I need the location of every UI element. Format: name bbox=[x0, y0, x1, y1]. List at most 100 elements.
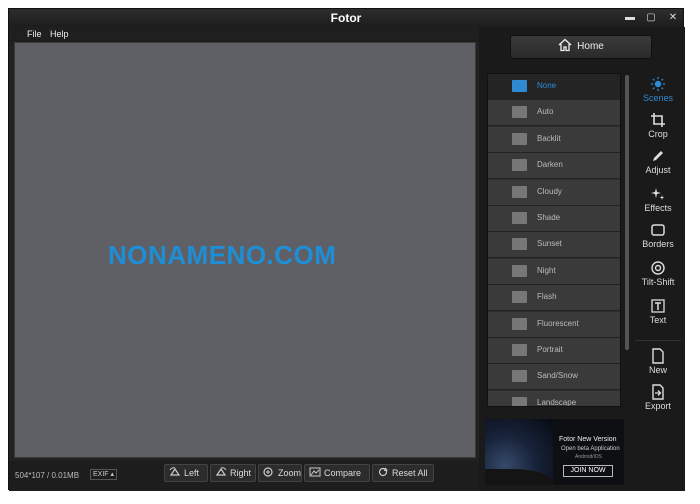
scene-icon bbox=[512, 396, 527, 406]
toolbar-divider bbox=[635, 340, 681, 341]
tab-adjust[interactable]: Adjust bbox=[631, 145, 685, 179]
exif-button[interactable]: EXIF ▴ bbox=[90, 469, 117, 480]
menu-file[interactable]: File bbox=[27, 29, 42, 39]
rotate-left-button[interactable]: Left bbox=[164, 464, 208, 482]
scene-item[interactable]: None bbox=[488, 74, 620, 100]
scene-icon bbox=[512, 264, 527, 277]
sun-icon bbox=[651, 77, 665, 91]
menu-bar: File Help bbox=[9, 27, 479, 42]
scene-item[interactable]: Sand/Snow bbox=[488, 364, 620, 391]
scene-item[interactable]: Auto bbox=[488, 100, 620, 127]
scene-icon bbox=[512, 106, 527, 119]
scene-label: Portrait bbox=[537, 345, 563, 354]
tab-borders[interactable]: Borders bbox=[631, 219, 685, 253]
tab-scenes[interactable]: Scenes bbox=[631, 73, 685, 107]
scene-item[interactable]: Portrait bbox=[488, 338, 620, 364]
scene-icon bbox=[512, 344, 527, 356]
reset-all-label: Reset All bbox=[392, 468, 428, 478]
scene-item[interactable]: Flash bbox=[488, 285, 620, 312]
zoom-button[interactable]: Zoom bbox=[258, 464, 302, 482]
home-label: Home bbox=[577, 41, 604, 52]
scene-icon bbox=[512, 159, 527, 172]
edit-toolbar: Left Right Zoom Compare Reset All bbox=[164, 464, 434, 482]
scene-item[interactable]: Cloudy bbox=[488, 179, 620, 206]
tab-text[interactable]: Text bbox=[631, 295, 685, 329]
pen-icon bbox=[653, 151, 663, 161]
watermark-text: NONAMENO.COM bbox=[108, 240, 337, 270]
scene-icon bbox=[512, 132, 527, 145]
scene-label: Auto bbox=[537, 107, 554, 117]
scene-label: Night bbox=[537, 265, 556, 275]
scene-icon bbox=[512, 291, 527, 304]
rotate-right-label: Right bbox=[230, 468, 252, 478]
promo-platform: Android/iOS bbox=[575, 454, 602, 460]
window-title: Fotor bbox=[330, 11, 362, 25]
promo-title: Fotor New Version bbox=[559, 436, 617, 443]
scene-item[interactable]: Night bbox=[488, 258, 620, 285]
compare-label: Compare bbox=[324, 468, 362, 478]
tab-crop-label: Crop bbox=[648, 129, 668, 139]
title-bar[interactable]: Fotor ▬ ▢ ✕ bbox=[9, 9, 683, 27]
tab-effects-label: Effects bbox=[644, 203, 672, 213]
minimize-button[interactable]: ▬ bbox=[621, 11, 639, 24]
scene-label: Landscape bbox=[537, 397, 577, 407]
rotate-left-label: Left bbox=[184, 468, 200, 478]
home-button[interactable]: Home bbox=[510, 35, 652, 59]
scene-icon bbox=[512, 370, 527, 383]
app-window: Fotor ▬ ▢ ✕ File Help NONAMENO.COM 504*1… bbox=[8, 8, 685, 491]
scene-label: Cloudy bbox=[537, 186, 562, 196]
scene-item[interactable]: Shade bbox=[488, 206, 620, 232]
tiltshift-icon bbox=[651, 261, 665, 275]
border-icon bbox=[651, 224, 665, 236]
tab-export[interactable]: Export bbox=[631, 381, 685, 415]
scene-label: Backlit bbox=[537, 133, 561, 143]
tab-new[interactable]: New bbox=[631, 345, 685, 379]
scene-icon bbox=[512, 185, 527, 198]
zoom-label: Zoom bbox=[278, 468, 302, 478]
tab-tilt-shift-label: Tilt-Shift bbox=[641, 277, 675, 287]
image-canvas[interactable]: NONAMENO.COM bbox=[14, 42, 476, 458]
promo-image bbox=[485, 419, 553, 485]
scene-icon bbox=[512, 212, 527, 224]
tab-effects[interactable]: Effects bbox=[631, 183, 685, 217]
tab-borders-label: Borders bbox=[642, 239, 674, 249]
tab-text-label: Text bbox=[649, 315, 667, 325]
join-now-button[interactable]: JOIN NOW bbox=[563, 465, 613, 477]
rotate-right-button[interactable]: Right bbox=[210, 464, 256, 482]
scene-item[interactable]: Landscape bbox=[488, 390, 620, 407]
scene-icon bbox=[512, 238, 527, 251]
promo-subtitle: Open beta Application bbox=[561, 446, 620, 452]
scene-label: None bbox=[537, 81, 557, 90]
tab-adjust-label: Adjust bbox=[645, 165, 671, 175]
tab-new-label: New bbox=[648, 365, 667, 375]
maximize-button[interactable]: ▢ bbox=[642, 11, 660, 24]
compare-icon bbox=[309, 467, 321, 477]
scene-item[interactable]: Sunset bbox=[488, 232, 620, 259]
reset-icon bbox=[378, 467, 389, 477]
scene-icon bbox=[512, 80, 527, 92]
tab-export-label: Export bbox=[644, 401, 671, 411]
scene-list: None Auto Backlit Darken Cloudy Shade Sunset Ni… bbox=[487, 73, 621, 407]
new-file-icon bbox=[652, 348, 664, 364]
scene-label: Darken bbox=[537, 160, 563, 170]
feature-toolbar: Scenes Crop Adjust Effects Borders Tilt-… bbox=[631, 73, 685, 491]
text-icon bbox=[651, 299, 665, 313]
tab-scenes-label: Scenes bbox=[642, 93, 674, 103]
promo-banner[interactable]: Fotor New Version Open beta Application … bbox=[485, 419, 624, 485]
scene-icon bbox=[512, 317, 527, 330]
tab-crop[interactable]: Crop bbox=[631, 109, 685, 143]
reset-all-button[interactable]: Reset All bbox=[372, 464, 434, 482]
rotate-left-icon bbox=[169, 467, 181, 476]
scene-item[interactable]: Fluorescent bbox=[488, 311, 620, 338]
compare-button[interactable]: Compare bbox=[304, 464, 370, 482]
scrollbar-thumb[interactable] bbox=[625, 75, 629, 350]
close-button[interactable]: ✕ bbox=[664, 11, 682, 24]
sparkle-icon bbox=[651, 188, 665, 200]
crop-icon bbox=[651, 113, 665, 127]
scene-item[interactable]: Backlit bbox=[488, 126, 620, 153]
scene-list-scrollbar[interactable] bbox=[625, 75, 629, 350]
scene-item[interactable]: Darken bbox=[488, 153, 620, 180]
tab-tilt-shift[interactable]: Tilt-Shift bbox=[631, 257, 685, 291]
zoom-icon bbox=[263, 467, 273, 477]
menu-help[interactable]: Help bbox=[50, 29, 69, 39]
